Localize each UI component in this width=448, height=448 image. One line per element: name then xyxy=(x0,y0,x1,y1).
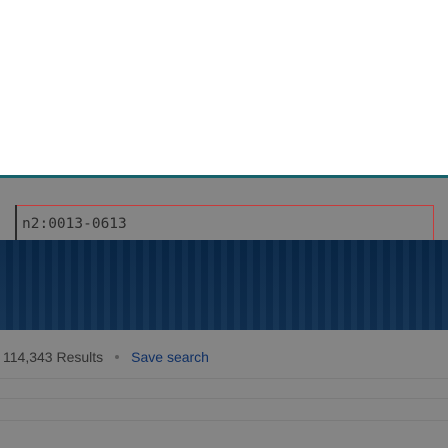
page: 114,343 Results Save search xyxy=(0,0,448,448)
divider xyxy=(0,378,448,379)
search-input[interactable] xyxy=(15,205,434,242)
hero-banner xyxy=(0,240,448,330)
divider xyxy=(0,398,448,399)
separator-dot xyxy=(115,355,120,359)
banner-background-image xyxy=(0,240,448,330)
results-toolbar: 114,343 Results Save search xyxy=(3,347,209,367)
results-count: 114,343 Results xyxy=(3,349,104,365)
divider xyxy=(0,420,448,421)
text-cursor xyxy=(15,205,17,240)
save-search-link[interactable]: Save search xyxy=(131,349,209,365)
top-blank-area xyxy=(0,0,448,175)
